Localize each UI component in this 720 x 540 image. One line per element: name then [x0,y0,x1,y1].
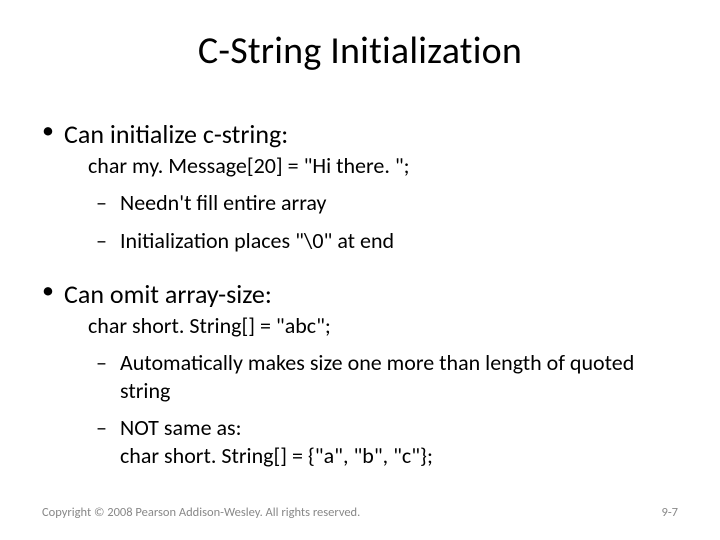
sub-bullet-neednt-fill: Needn't fill entire array [42,189,678,217]
bullet-can-omit: Can omit array-size: [42,278,678,310]
sub-bullet-not-same: NOT same as: char short. String[] = {"a"… [42,414,678,469]
code-line-1: char my. Message[20] = "Hi there. "; [42,152,678,179]
footer-page-number: 9-7 [662,505,679,520]
sub-bullet-auto-size: Automatically makes size one more than l… [42,349,678,404]
sub-bullet-init-places: Initialization places "\0" at end [42,227,678,255]
bullet-can-initialize: Can initialize c-string: [42,118,678,150]
footer-copyright: Copyright © 2008 Pearson Addison-Wesley.… [42,505,360,520]
code-line-2: char short. String[] = "abc"; [42,312,678,339]
slide-body: Can initialize c-string: char my. Messag… [42,108,678,473]
slide: C-String Initialization Can initialize c… [0,0,720,540]
slide-title: C-String Initialization [0,28,720,74]
